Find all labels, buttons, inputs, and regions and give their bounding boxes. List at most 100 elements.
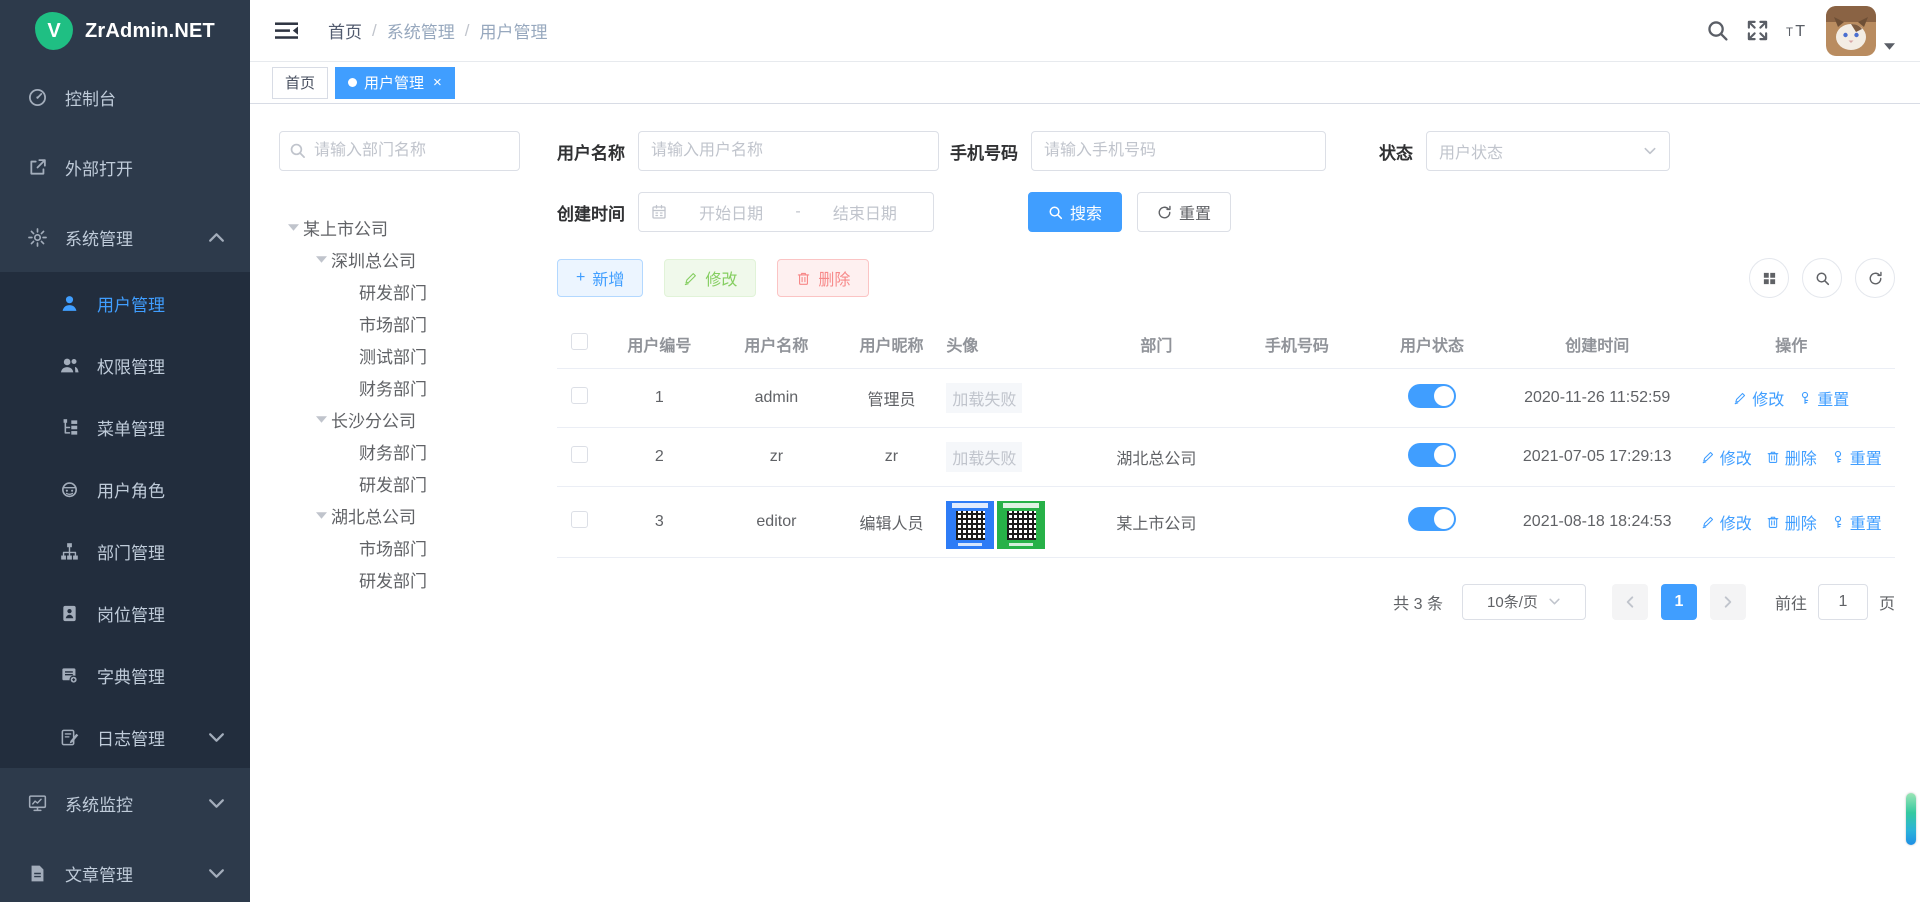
article-icon — [28, 864, 47, 883]
action-delete[interactable]: 删除 — [1766, 445, 1817, 469]
qr-code-blue — [946, 501, 994, 549]
prev-page-button[interactable] — [1612, 584, 1648, 620]
add-button[interactable]: + 新增 — [557, 259, 643, 297]
tab-user-mgmt[interactable]: 用户管理 × — [335, 67, 455, 99]
tree-item[interactable]: 市场部门 — [279, 531, 520, 563]
action-delete[interactable]: 删除 — [1766, 510, 1817, 534]
columns-toggle-button[interactable] — [1749, 258, 1789, 298]
refresh-table-button[interactable] — [1855, 258, 1895, 298]
tree-item-label: 研发部门 — [359, 567, 427, 592]
filter-row-2: 创建时间 开始日期 - 结束日期 搜索 重置 — [557, 192, 1895, 232]
menu-tree-icon — [60, 418, 79, 437]
status-select[interactable]: 用户状态 — [1426, 131, 1670, 171]
chevron-up-icon — [207, 228, 226, 247]
tree-item[interactable]: 长沙分公司 — [279, 403, 520, 435]
status-toggle[interactable] — [1408, 443, 1456, 467]
tree-item[interactable]: 市场部门 — [279, 307, 520, 339]
col-header-avatar: 头像 — [946, 320, 1076, 369]
action-reset[interactable]: 重置 — [1831, 445, 1882, 469]
delete-button[interactable]: 删除 — [777, 259, 869, 297]
next-page-button[interactable] — [1710, 584, 1746, 620]
dept-search — [279, 131, 520, 171]
status-toggle[interactable] — [1408, 507, 1456, 531]
dictionary-icon — [60, 666, 79, 685]
sidebar-item-dept-mgmt[interactable]: 部门管理 — [0, 520, 250, 582]
tree-item-label: 某上市公司 — [303, 215, 388, 240]
search-icon[interactable] — [1706, 19, 1729, 42]
page-size-select[interactable]: 10条/页 — [1462, 584, 1586, 620]
tree-item[interactable]: 财务部门 — [279, 435, 520, 467]
phone-input[interactable] — [1031, 131, 1326, 171]
row-checkbox[interactable] — [571, 387, 588, 404]
date-range-picker[interactable]: 开始日期 - 结束日期 — [638, 192, 934, 232]
breadcrumb-separator: / — [372, 21, 377, 41]
caret-down-icon — [1884, 41, 1895, 52]
sidebar-item-dashboard[interactable]: 控制台 — [0, 62, 250, 132]
sidebar-item-label: 系统管理 — [65, 225, 189, 250]
sidebar-collapse-icon[interactable] — [275, 19, 298, 42]
edit-icon — [1733, 391, 1747, 405]
table-row: 3editor编辑人员某上市公司2021-08-18 18:24:53修改删除重… — [557, 487, 1895, 558]
tree-item[interactable]: 研发部门 — [279, 467, 520, 499]
sidebar-item-user-role[interactable]: 用户角色 — [0, 458, 250, 520]
total-count: 共 3 条 — [1393, 590, 1443, 614]
sidebar-item-post-mgmt[interactable]: 岗位管理 — [0, 582, 250, 644]
user-menu[interactable] — [1826, 6, 1895, 56]
action-edit[interactable]: 修改 — [1701, 445, 1752, 469]
reset-button[interactable]: 重置 — [1137, 192, 1231, 232]
close-icon[interactable]: × — [433, 75, 442, 90]
sidebar-item-permission-mgmt[interactable]: 权限管理 — [0, 334, 250, 396]
sidebar-item-dict-mgmt[interactable]: 字典管理 — [0, 644, 250, 706]
font-size-icon[interactable]: TT — [1786, 19, 1809, 42]
page-number-current[interactable]: 1 — [1661, 584, 1697, 620]
tree-item[interactable]: 研发部门 — [279, 275, 520, 307]
action-edit[interactable]: 修改 — [1701, 510, 1752, 534]
fullscreen-icon[interactable] — [1746, 19, 1769, 42]
sidebar-item-user-mgmt[interactable]: 用户管理 — [0, 272, 250, 334]
tree-item[interactable]: 测试部门 — [279, 339, 520, 371]
status-toggle[interactable] — [1408, 384, 1456, 408]
tree-item[interactable]: 财务部门 — [279, 371, 520, 403]
sidebar-item-menu-mgmt[interactable]: 菜单管理 — [0, 396, 250, 458]
sidebar-item-monitor[interactable]: 系统监控 — [0, 768, 250, 838]
action-reset[interactable]: 重置 — [1831, 510, 1882, 534]
sidebar-menu: 控制台外部打开系统管理用户管理权限管理菜单管理用户角色部门管理岗位管理字典管理日… — [0, 62, 250, 902]
tree-item[interactable]: 湖北总公司 — [279, 499, 520, 531]
sidebar-item-label: 用户角色 — [97, 477, 226, 502]
action-edit[interactable]: 修改 — [1733, 386, 1784, 410]
tree-item[interactable]: 某上市公司 — [279, 211, 520, 243]
search-button-label: 搜索 — [1070, 200, 1102, 224]
search-button[interactable]: 搜索 — [1028, 192, 1122, 232]
col-header-id: 用户编号 — [602, 320, 716, 369]
sidebar-item-system[interactable]: 系统管理 — [0, 202, 250, 272]
breadcrumb-separator: / — [465, 21, 470, 41]
action-label: 重置 — [1817, 386, 1849, 410]
cell-user-name: editor — [716, 487, 836, 558]
action-label: 重置 — [1850, 510, 1882, 534]
tree-item[interactable]: 研发部门 — [279, 563, 520, 595]
table-row: 1admin管理员加载失败2020-11-26 11:52:59修改重置 — [557, 369, 1895, 428]
tree-item[interactable]: 深圳总公司 — [279, 243, 520, 275]
tab-home[interactable]: 首页 — [272, 67, 328, 99]
show-search-button[interactable] — [1802, 258, 1842, 298]
select-all-checkbox[interactable] — [571, 333, 588, 350]
sidebar-item-label: 字典管理 — [97, 663, 226, 688]
edit-button[interactable]: 修改 — [664, 259, 756, 297]
row-checkbox[interactable] — [571, 511, 588, 528]
sidebar-item-log-mgmt[interactable]: 日志管理 — [0, 706, 250, 768]
sidebar-item-article[interactable]: 文章管理 — [0, 838, 250, 902]
goto-page-input[interactable] — [1818, 584, 1868, 620]
action-reset[interactable]: 重置 — [1798, 386, 1849, 410]
cell-user-id: 1 — [602, 369, 716, 428]
breadcrumb-item-home[interactable]: 首页 — [328, 18, 362, 43]
table-row: 2zrzr加载失败湖北总公司2021-07-05 17:29:13修改删除重置 — [557, 428, 1895, 487]
dept-search-input[interactable] — [279, 131, 520, 171]
cell-actions: 修改删除重置 — [1688, 428, 1895, 487]
sidebar-item-external[interactable]: 外部打开 — [0, 132, 250, 202]
scroll-indicator[interactable] — [1906, 793, 1916, 845]
avatar[interactable] — [1826, 6, 1876, 56]
table-header: 用户编号用户名称用户昵称头像部门手机号码用户状态创建时间操作 — [557, 320, 1895, 369]
qr-caption — [1003, 503, 1039, 508]
username-input[interactable] — [638, 131, 939, 171]
row-checkbox[interactable] — [571, 446, 588, 463]
